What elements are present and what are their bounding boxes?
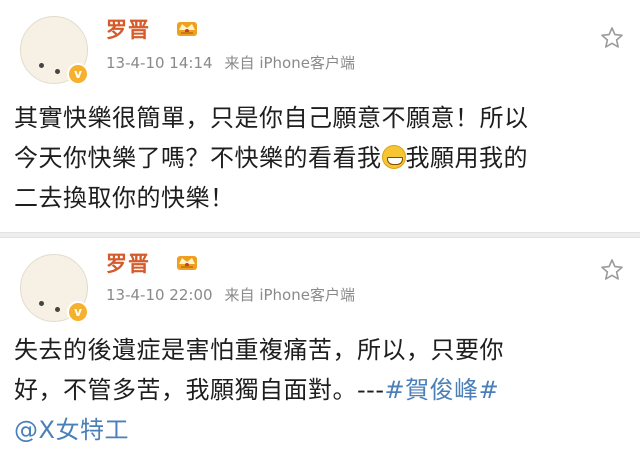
post-meta: 13-4-10 22:00 来自 iPhone客户端 (106, 284, 355, 305)
post-line: @X女特工 (14, 410, 634, 450)
post-meta: 13-4-10 14:14 来自 iPhone客户端 (106, 52, 355, 73)
weibo-post-2: v 罗晋 13-4-10 22:00 来自 iPhone客户端 失去的後遺症是害怕… (0, 238, 640, 457)
post-timestamp[interactable]: 13-4-10 14:14 (106, 54, 213, 72)
verified-badge-icon: v (67, 63, 89, 85)
post-body: 失去的後遺症是害怕重複痛苦，所以，只要你 好，不管多苦，我願獨自面對。---#賀… (14, 330, 634, 450)
avatar[interactable]: v (20, 16, 89, 85)
post-text: 今天你快樂了嗎？不快樂的看看我 (14, 144, 382, 172)
avatar-eye-right (55, 307, 60, 312)
post-timestamp[interactable]: 13-4-10 22:00 (106, 286, 213, 304)
grin-emoji-icon (381, 145, 406, 169)
crown-icon (177, 22, 197, 36)
post-line: 失去的後遺症是害怕重複痛苦，所以，只要你 (14, 336, 504, 364)
post-line: 好，不管多苦，我願獨自面對。---#賀俊峰# (14, 370, 634, 410)
post-line: 其實快樂很簡單，只是你自己願意不願意！所以 (14, 104, 529, 132)
weibo-post-1: v 罗晋 13-4-10 14:14 来自 iPhone客户端 其實快樂很簡單，只… (0, 0, 640, 238)
mention-link[interactable]: @X女特工 (14, 416, 129, 444)
author-name[interactable]: 罗晋 (106, 248, 150, 278)
avatar-eye-right (55, 69, 60, 74)
post-line: 今天你快樂了嗎？不快樂的看看我 我願用我的 (14, 138, 634, 178)
post-source: 来自 iPhone客户端 (224, 286, 355, 304)
hashtag-link[interactable]: #賀俊峰# (384, 376, 499, 404)
avatar-eye-left (39, 63, 44, 68)
star-icon[interactable] (600, 26, 624, 50)
avatar[interactable]: v (20, 254, 89, 323)
crown-icon (177, 256, 197, 270)
star-icon[interactable] (600, 258, 624, 282)
avatar-eye-left (39, 301, 44, 306)
verified-badge-icon: v (67, 301, 89, 323)
post-body: 其實快樂很簡單，只是你自己願意不願意！所以 今天你快樂了嗎？不快樂的看看我 我願用… (14, 98, 634, 218)
author-name[interactable]: 罗晋 (106, 14, 150, 44)
post-line: 二去換取你的快樂！ (14, 184, 235, 212)
post-text: 我願用我的 (405, 144, 528, 172)
post-source: 来自 iPhone客户端 (224, 54, 355, 72)
post-text: 好，不管多苦，我願獨自面對。--- (14, 376, 385, 404)
